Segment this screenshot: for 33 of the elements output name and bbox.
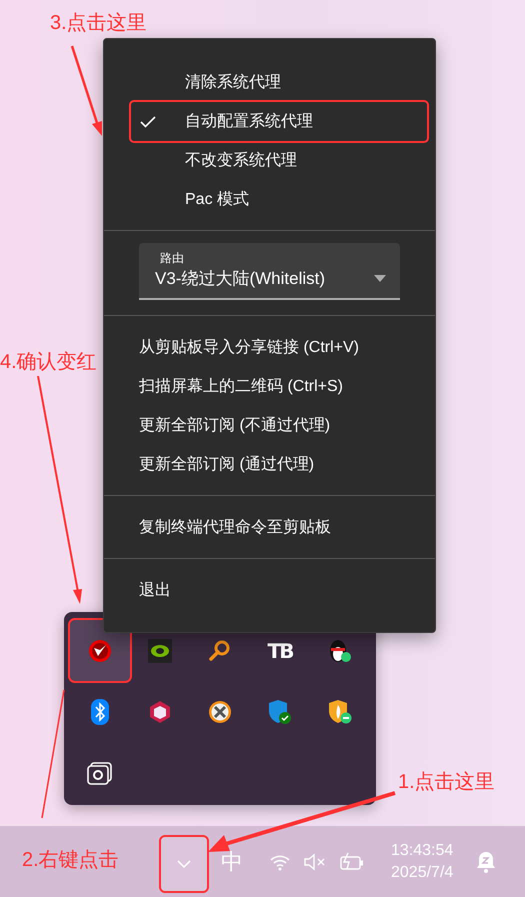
penguin-icon (327, 638, 353, 664)
magnifier-icon (208, 638, 232, 662)
menu-item[interactable]: 退出 (104, 571, 435, 610)
annotation-text: 4.确认变红 (0, 350, 97, 375)
dropdown-caret-icon (374, 275, 386, 282)
v-logo-icon (88, 638, 112, 662)
menu-item[interactable]: 更新全部订阅 (通过代理) (104, 445, 435, 484)
menu-item[interactable]: 从剪贴板导入分享链接 (Ctrl+V) (104, 328, 435, 367)
dropdown-label: 路由 (160, 250, 185, 267)
shield-minus-icon (327, 698, 353, 724)
gear-in-frame-icon (87, 760, 113, 784)
dropdown-value: V3-绕过大陆(Whitelist) (155, 268, 326, 290)
cross-circle-icon (208, 700, 232, 724)
annotation-text: 2.右键点击 (22, 848, 119, 873)
menu-item[interactable]: 扫描屏幕上的二维码 (Ctrl+S) (104, 367, 435, 406)
menu-item[interactable]: Pac 模式 (131, 180, 427, 219)
eye-swirl-logo-icon (148, 638, 172, 662)
bluetooth-icon (91, 698, 109, 724)
menu-item[interactable]: 不改变系统代理 (131, 141, 427, 180)
tb-logo-icon: TB (268, 638, 292, 662)
menu-item[interactable]: 更新全部订阅 (不通过代理) (104, 406, 435, 445)
checkmark-icon (140, 116, 156, 128)
menu-item[interactable]: 清除系统代理 (131, 63, 427, 102)
date-text: 2025/7/4 (391, 862, 454, 882)
chevron-icon (176, 858, 192, 868)
route-dropdown[interactable]: 路由 V3-绕过大陆(Whitelist) (139, 243, 400, 300)
menu-item[interactable]: 自动配置系统代理 (131, 102, 427, 141)
annotation-text: 1.点击这里 (398, 770, 495, 795)
time-text: 13:43:54 (391, 840, 454, 860)
annotation-text: 3.点击这里 (50, 11, 147, 36)
cube-hexagon-icon (148, 700, 172, 724)
shield-check-icon (267, 698, 293, 724)
menu-item[interactable]: 复制终端代理命令至剪贴板 (104, 508, 435, 547)
